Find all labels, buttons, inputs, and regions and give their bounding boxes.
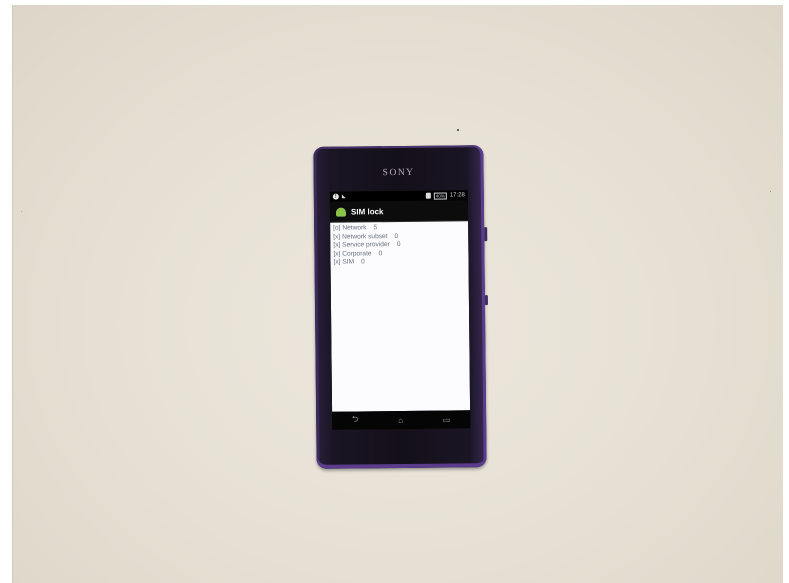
action-bar: SIM lock bbox=[329, 200, 469, 223]
power-key bbox=[484, 295, 488, 306]
status-time: 17:28 bbox=[449, 192, 465, 199]
phone-chin bbox=[316, 435, 486, 457]
dust-speck bbox=[21, 211, 22, 212]
volume-key bbox=[484, 227, 488, 242]
home-icon[interactable]: ⌂ bbox=[398, 415, 403, 424]
smartphone: SONY ! ◣ 40% 17:28 SIM lock [o] Network 5 bbox=[313, 145, 488, 469]
photo-background: SONY ! ◣ 40% 17:28 SIM lock [o] Network 5 bbox=[12, 5, 783, 583]
sim-lock-list: [o] Network 5 [x] Network subset 0 [x] Ser… bbox=[330, 221, 471, 412]
phone-brand: SONY bbox=[382, 167, 415, 179]
android-icon bbox=[335, 207, 347, 217]
alert-icon: ! bbox=[332, 193, 339, 200]
back-icon[interactable]: ⮌ bbox=[352, 413, 359, 427]
navigation-bar: ⮌ ⌂ ▭ bbox=[332, 410, 471, 430]
list-item: [x] SIM 0 bbox=[333, 258, 365, 267]
battery-icon bbox=[425, 192, 431, 199]
app-title: SIM lock bbox=[350, 206, 384, 217]
recents-icon[interactable]: ▭ bbox=[443, 415, 451, 424]
battery-percent: 40% bbox=[433, 192, 447, 200]
phone-screen: ! ◣ 40% 17:28 SIM lock [o] Network 5 [x] … bbox=[329, 190, 471, 430]
signal-icon: ◣ bbox=[341, 193, 346, 200]
dust-speck bbox=[457, 129, 459, 131]
dust-speck bbox=[770, 191, 771, 192]
